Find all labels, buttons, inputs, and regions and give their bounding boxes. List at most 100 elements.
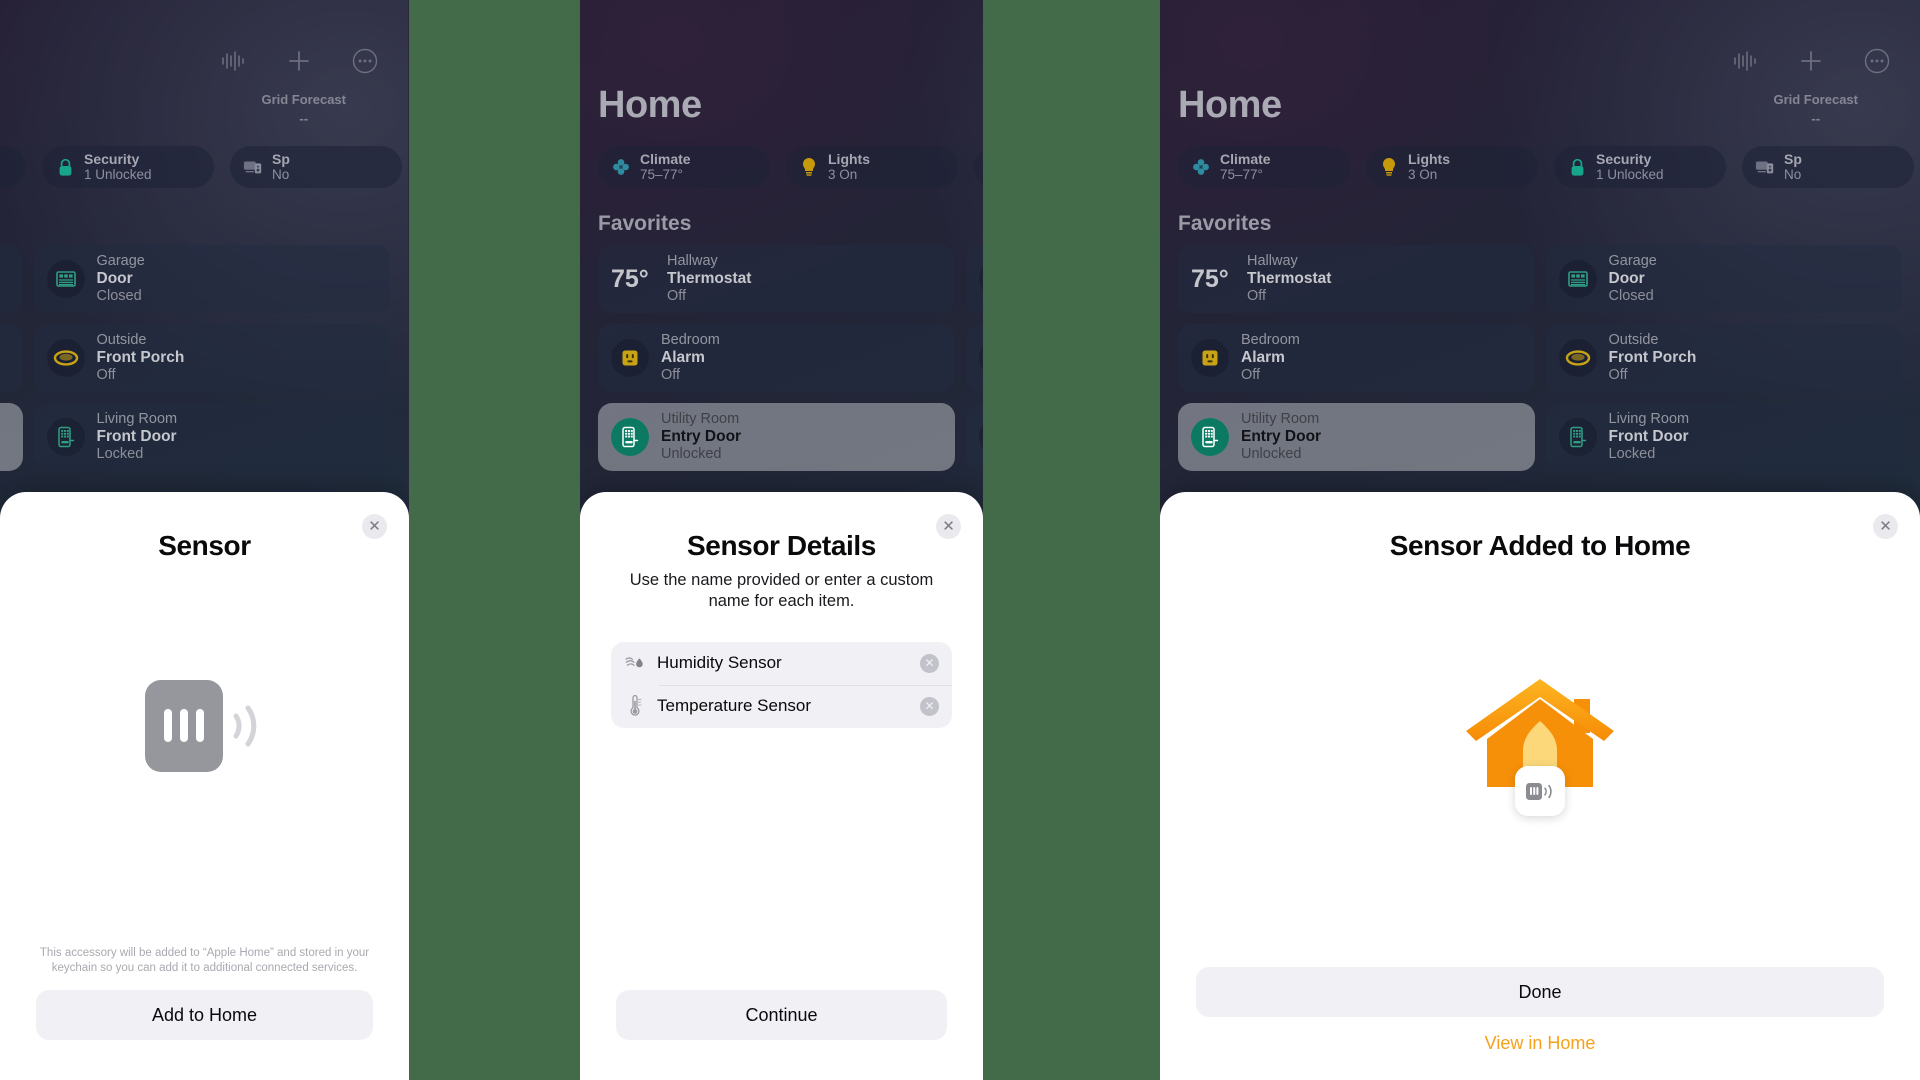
card-device: Alarm <box>1241 349 1285 367</box>
add-icon[interactable] <box>282 44 316 78</box>
chip-title: Lights <box>1408 150 1450 167</box>
siri-waveform-icon[interactable] <box>1728 44 1762 78</box>
close-icon[interactable]: ✕ <box>1873 514 1898 539</box>
favorite-card-garage-door[interactable]: GarageDoorClosed <box>33 245 390 313</box>
grid-forecast-value: -- <box>1811 111 1821 126</box>
favorite-card-garage-door[interactable]: GarageDoorClosed <box>965 245 983 313</box>
favorites-grid: 75° HallwayThermostatOff GarageDoorClose… <box>1178 245 1902 471</box>
page-title: Home <box>1178 84 1282 126</box>
clear-icon[interactable]: ✕ <box>920 696 939 716</box>
sensor-badge <box>1515 766 1565 816</box>
card-state: Closed <box>96 287 142 304</box>
sensor-sheet: ✕ Sensor This accessory will be added to… <box>0 492 409 1080</box>
status-chip-climate[interactable]: Climate 75–77° <box>598 146 770 188</box>
card-device: Entry Door <box>1241 428 1322 446</box>
card-device: Thermostat <box>1247 270 1332 288</box>
lock-keypad-icon <box>1191 418 1229 456</box>
favorite-card-front-door[interactable]: Living RoomFront DoorLocked <box>965 403 983 471</box>
siri-waveform-icon[interactable] <box>216 44 250 78</box>
more-options-icon[interactable] <box>348 44 382 78</box>
home-toolbar <box>1728 44 1894 78</box>
favorite-card-entry-door[interactable]: Utility RoomEntry DoorUnlocked <box>0 403 23 471</box>
chip-value: 3 On <box>828 167 858 183</box>
card-room: Garage <box>1608 253 1657 270</box>
more-options-icon[interactable] <box>1860 44 1894 78</box>
card-state: Locked <box>1608 445 1656 462</box>
house-artwork <box>1160 562 1920 967</box>
favorites-grid: 75° HallwayThermostatOff GarageDoorClose… <box>598 245 983 471</box>
favorite-card-front-door[interactable]: Living RoomFront DoorLocked <box>33 403 390 471</box>
favorite-card-bedroom-alarm[interactable]: BedroomAlarmOff <box>1178 324 1535 392</box>
card-state: Off <box>1608 366 1628 383</box>
card-state: Unlocked <box>661 445 722 462</box>
continue-button[interactable]: Continue <box>616 990 947 1040</box>
add-icon[interactable] <box>1794 44 1828 78</box>
status-chip-speakers[interactable]: Sp No <box>1742 146 1914 188</box>
status-chip-speakers[interactable]: Sp No <box>230 146 402 188</box>
favorite-card-thermostat[interactable]: 75° HallwayThermostatOff <box>0 245 23 313</box>
sheet-title: Sensor Details <box>687 530 876 561</box>
chip-value: 1 Unlocked <box>84 167 152 183</box>
status-chip-security[interactable]: Security1 Unlocked <box>974 146 983 188</box>
chip-title: Climate <box>640 150 691 167</box>
favorite-card-front-porch[interactable]: OutsideFront PorchOff <box>33 324 390 392</box>
favorite-card-thermostat[interactable]: 75° HallwayThermostatOff <box>598 245 955 313</box>
favorite-card-front-porch[interactable]: OutsideFront PorchOff <box>965 324 983 392</box>
sheet-subtitle: Use the name provided or enter a custom … <box>629 571 934 610</box>
garage-icon <box>1558 260 1597 298</box>
lock-icon <box>1567 157 1587 177</box>
sensor-added-sheet: ✕ Sensor Added to Home Done View in Home <box>1160 492 1920 1080</box>
chip-title: Sp <box>1784 150 1802 167</box>
lock-icon <box>55 157 75 177</box>
view-in-home-link[interactable]: View in Home <box>1160 1033 1920 1054</box>
favorite-card-front-porch[interactable]: OutsideFront PorchOff <box>1545 324 1902 392</box>
grid-forecast[interactable]: Grid Forecast -- <box>1773 92 1858 126</box>
favorite-card-entry-door[interactable]: Utility RoomEntry DoorUnlocked <box>598 403 955 471</box>
chip-value: 75–77° <box>640 167 683 183</box>
favorite-card-bedroom-alarm[interactable]: BedroomAlarmOff <box>598 324 955 392</box>
grid-forecast-label: Grid Forecast <box>261 92 346 107</box>
chip-title: Security <box>1596 150 1652 167</box>
favorite-card-bedroom-alarm[interactable]: BedroomAlarmOff <box>0 324 23 392</box>
humidity-icon <box>624 654 646 672</box>
card-room: Garage <box>96 253 145 270</box>
close-icon[interactable]: ✕ <box>362 514 387 539</box>
close-icon[interactable]: ✕ <box>936 514 961 539</box>
favorites-heading: Favorites <box>598 212 692 235</box>
wireless-waves-icon <box>233 705 256 747</box>
favorite-card-front-door[interactable]: Living RoomFront DoorLocked <box>1545 403 1902 471</box>
card-device: Thermostat <box>667 270 752 288</box>
bulb-icon <box>799 157 819 177</box>
status-chip-lights[interactable]: Lights3 On <box>786 146 958 188</box>
clear-icon[interactable]: ✕ <box>920 653 939 673</box>
status-chip-security[interactable]: Security1 Unlocked <box>1554 146 1726 188</box>
fan-icon <box>611 157 631 177</box>
grid-forecast[interactable]: Grid Forecast -- <box>261 92 346 126</box>
chip-value: 1 Unlocked <box>1596 167 1664 183</box>
favorite-card-entry-door[interactable]: Utility RoomEntry DoorUnlocked <box>1178 403 1535 471</box>
keychain-disclaimer: This accessory will be added to “Apple H… <box>39 946 370 974</box>
ring-light-icon <box>978 339 983 377</box>
add-to-home-button[interactable]: Add to Home <box>36 990 373 1040</box>
card-state: Off <box>96 366 116 383</box>
status-chip-lights[interactable]: Lights3 On <box>0 146 26 188</box>
sheet-spacer <box>580 728 983 990</box>
favorite-card-thermostat[interactable]: 75° HallwayThermostatOff <box>1178 245 1535 313</box>
list-item[interactable]: Temperature Sensor ✕ <box>611 684 952 728</box>
list-item[interactable]: Humidity Sensor ✕ <box>611 642 952 685</box>
card-room: Hallway <box>1247 253 1298 270</box>
grid-forecast-value: -- <box>299 111 309 126</box>
chip-value: No <box>1784 167 1802 183</box>
status-chip-security[interactable]: Security1 Unlocked <box>42 146 214 188</box>
status-chip-climate[interactable]: Climate 75–77° <box>1178 146 1350 188</box>
speaker-icon <box>1755 157 1775 177</box>
card-state: Closed <box>1608 287 1654 304</box>
chip-title: Security <box>84 150 140 167</box>
done-button[interactable]: Done <box>1196 967 1884 1017</box>
thermometer-icon <box>624 695 646 717</box>
status-chip-lights[interactable]: Lights3 On <box>1366 146 1538 188</box>
card-state: Locked <box>96 445 144 462</box>
lock-keypad-icon <box>978 418 983 456</box>
status-chip-row: Climate75–77° Lights3 On Security1 Unloc… <box>598 146 983 188</box>
favorite-card-garage-door[interactable]: GarageDoorClosed <box>1545 245 1902 313</box>
